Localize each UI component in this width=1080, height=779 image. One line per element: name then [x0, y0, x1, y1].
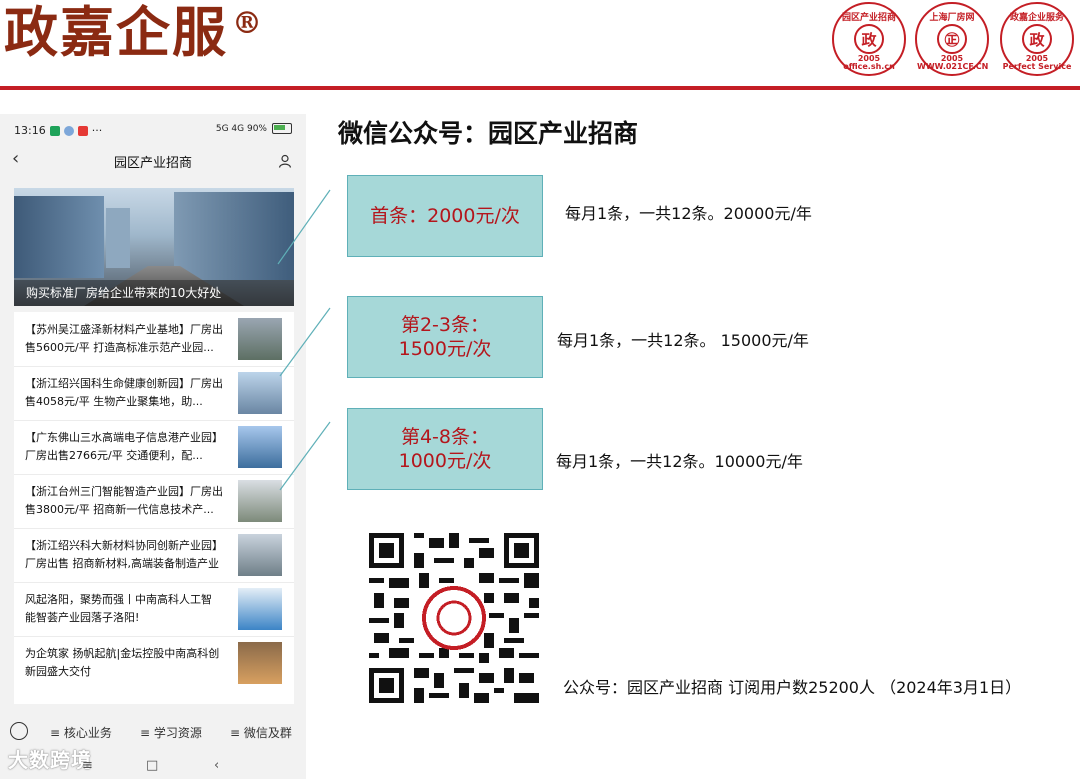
price-box-second: 第2-3条： 1500元/次	[347, 296, 543, 378]
app-notification-icon	[63, 125, 74, 136]
status-bar: 13:16 ···	[14, 124, 102, 137]
tab-wechat-groups[interactable]: ≡ 微信及群	[230, 724, 292, 741]
status-indicators: 5G 4G 90%	[216, 123, 292, 134]
app-notification-icon	[49, 125, 60, 136]
price-note-first: 每月1条，一共12条。20000元/年	[565, 204, 812, 223]
page-title: 微信公众号：园区产业招商	[338, 119, 639, 148]
connector-lines	[277, 189, 331, 491]
qr-caption: 公众号：园区产业招商 订阅用户数25200人 （2024年3月1日）	[563, 678, 1022, 697]
seal-perfect-service: 政嘉企业服务 政 2005 Perfect Service	[1000, 2, 1074, 76]
qr-code[interactable]	[369, 533, 539, 703]
user-icon[interactable]	[278, 154, 292, 168]
brand-logo: 政嘉企服 ®	[4, 0, 264, 64]
list-item[interactable]: 为企筑家 扬帆起航|金坛控股中南高科创 新园盛大交付	[14, 636, 294, 690]
list-item[interactable]: 风起洛阳，聚势而强丨中南高科人工智 能智荟产业园落子洛阳!	[14, 582, 294, 637]
menu-icon[interactable]: ≡	[82, 758, 93, 773]
keyboard-icon[interactable]	[10, 722, 28, 740]
battery-icon	[272, 123, 292, 134]
seal-shanghai-factory: 上海厂房网 ㊣ 2005 WWW.021CF.CN	[915, 2, 989, 76]
back-nav-icon[interactable]: ‹	[214, 758, 219, 773]
price-note-third: 每月1条，一共12条。10000元/年	[556, 452, 803, 471]
home-icon[interactable]: □	[146, 758, 158, 773]
phone-screenshot: 13:16 ··· 5G 4G 90% ‹ 园区产业招商 购买标准厂房给企业带来…	[0, 114, 306, 779]
account-title: 园区产业招商	[113, 156, 192, 171]
list-item[interactable]: 【广东佛山三水高端电子信息港产业园】 厂房出售2766元/平 交通便利，配...	[14, 420, 294, 475]
more-icon: ···	[91, 124, 103, 137]
status-time: 13:16	[14, 124, 46, 137]
price-box-third: 第4-8条： 1000元/次	[347, 408, 543, 490]
list-item[interactable]: 【浙江绍兴科大新材料协同创新产业园】 厂房出售 招商新材料,高端装备制造产业	[14, 528, 294, 583]
app-notification-icon	[77, 125, 88, 136]
seal-park-investment: 园区产业招商 政 2005 office.sh.cn	[832, 2, 906, 76]
header-divider	[0, 86, 1080, 90]
article-thumbnail	[238, 588, 282, 630]
price-note-second: 每月1条，一共12条。 15000元/年	[557, 331, 809, 350]
list-item[interactable]: 【浙江绍兴国科生命健康创新园】厂房出 售4058元/平 生物产业聚集地，助...	[14, 366, 294, 421]
tab-learning-resources[interactable]: ≡ 学习资源	[140, 724, 202, 741]
hero-caption: 购买标准厂房给企业带来的10大好处	[14, 280, 294, 306]
article-list: 【苏州吴江盛泽新材料产业基地】厂房出 售5600元/平 打造高标准示范产业园...…	[14, 312, 294, 704]
article-thumbnail	[238, 642, 282, 684]
tab-core-business[interactable]: ≡ 核心业务	[50, 724, 112, 741]
hero-article[interactable]: 购买标准厂房给企业带来的10大好处	[14, 188, 294, 306]
article-thumbnail	[238, 534, 282, 576]
price-box-first: 首条：2000元/次	[347, 175, 543, 257]
system-nav-bar: ≡ □ ‹	[0, 758, 306, 778]
list-item[interactable]: 【浙江台州三门智能智造产业园】厂房出 售3800元/平 招商新一代信息技术产...	[14, 474, 294, 529]
list-item[interactable]: 【苏州吴江盛泽新材料产业基地】厂房出 售5600元/平 打造高标准示范产业园...	[14, 312, 294, 367]
bottom-menu: ≡ 核心业务 ≡ 学习资源 ≡ 微信及群	[0, 716, 306, 746]
